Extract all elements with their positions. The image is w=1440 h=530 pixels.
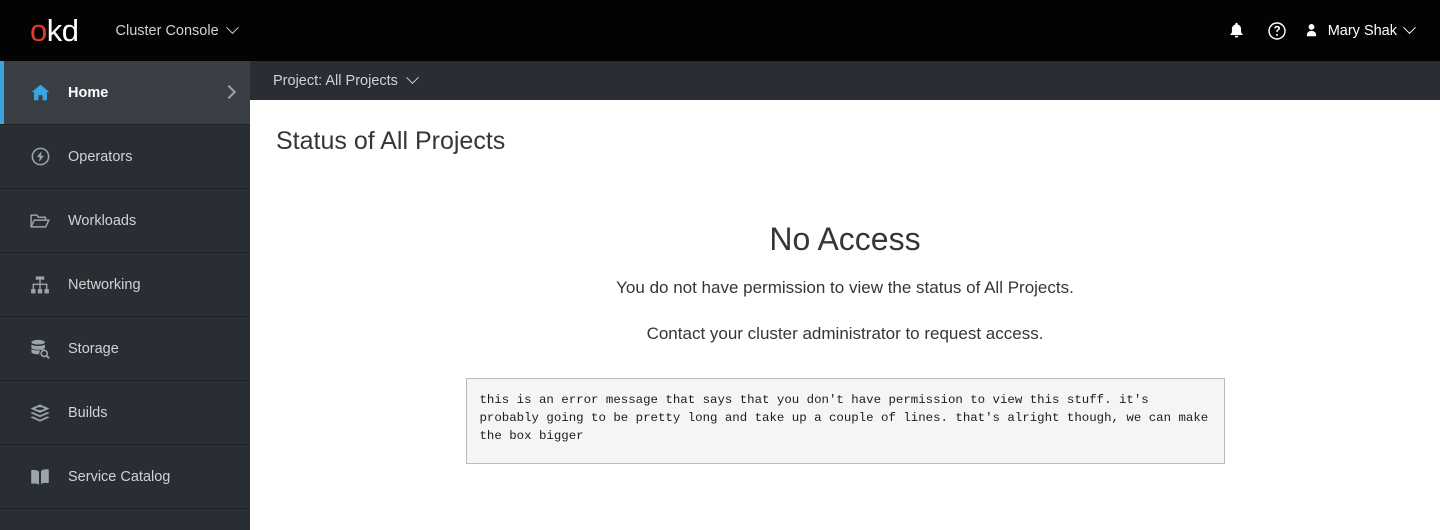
sidebar-item-label: Operators bbox=[68, 148, 133, 165]
no-access-message: No Access You do not have permission to … bbox=[250, 220, 1440, 464]
sidebar-item-home[interactable]: Home bbox=[0, 61, 250, 125]
chevron-down-icon bbox=[406, 71, 419, 85]
sidebar-item-operators[interactable]: Operators bbox=[0, 125, 250, 189]
console-switcher[interactable]: Cluster Console bbox=[115, 21, 239, 39]
sidebar-item-service-catalog[interactable]: Service Catalog bbox=[0, 445, 250, 509]
operators-bolt-icon bbox=[28, 145, 52, 169]
no-access-heading: No Access bbox=[769, 221, 921, 257]
project-selector-label: Project: All Projects bbox=[273, 72, 398, 89]
notifications-button[interactable] bbox=[1217, 11, 1257, 51]
logo-letter-o: o bbox=[30, 13, 47, 48]
sidebar-item-label: Service Catalog bbox=[68, 468, 171, 485]
main-content: Status of All Projects No Access You do … bbox=[250, 100, 1440, 530]
sidebar-item-label: Home bbox=[68, 84, 109, 101]
project-selector[interactable]: Project: All Projects bbox=[273, 71, 419, 89]
database-search-icon bbox=[28, 337, 52, 361]
sidebar-item-builds[interactable]: Builds bbox=[0, 381, 250, 445]
masthead: o kd Cluster Console Mary Shak bbox=[0, 0, 1440, 61]
layers-icon bbox=[28, 401, 52, 425]
sidebar-item-networking[interactable]: Networking bbox=[0, 253, 250, 317]
chevron-down-icon bbox=[1403, 21, 1416, 35]
console-app: o kd Cluster Console Mary Shak Home Oper… bbox=[0, 0, 1440, 530]
sidebar-item-label: Storage bbox=[68, 340, 119, 357]
sidebar-item-label: Workloads bbox=[68, 212, 137, 229]
logo-letters-kd: kd bbox=[46, 13, 79, 48]
open-book-icon bbox=[28, 465, 52, 489]
no-access-contact: Contact your cluster administrator to re… bbox=[646, 324, 1044, 343]
sidebar-item-storage[interactable]: Storage bbox=[0, 317, 250, 381]
sidebar-item-label: Builds bbox=[68, 404, 108, 421]
okd-logo[interactable]: o kd bbox=[30, 15, 79, 46]
chevron-right-icon[interactable] bbox=[221, 84, 237, 101]
user-menu[interactable]: Mary Shak bbox=[1297, 11, 1422, 51]
sidebar-item-label: Networking bbox=[68, 276, 141, 293]
masthead-utilities: Mary Shak bbox=[1217, 0, 1422, 61]
sidebar-navigation: Home Operators Workloads Networking Stor… bbox=[0, 61, 250, 530]
project-bar: Project: All Projects bbox=[250, 61, 1440, 100]
chevron-down-icon bbox=[225, 21, 239, 35]
no-access-description: You do not have permission to view the s… bbox=[616, 278, 1074, 297]
sidebar-item-workloads[interactable]: Workloads bbox=[0, 189, 250, 253]
sitemap-icon bbox=[28, 273, 52, 297]
page-title: Status of All Projects bbox=[276, 127, 506, 155]
help-circle-icon bbox=[1267, 21, 1286, 40]
user-avatar-icon bbox=[1306, 24, 1316, 37]
console-switcher-label: Cluster Console bbox=[115, 22, 219, 39]
folder-open-icon bbox=[28, 209, 52, 233]
home-icon bbox=[28, 81, 52, 105]
user-name: Mary Shak bbox=[1327, 22, 1397, 39]
bell-icon bbox=[1230, 22, 1243, 38]
error-message-box: this is an error message that says that … bbox=[465, 378, 1225, 464]
help-button[interactable] bbox=[1257, 11, 1297, 51]
